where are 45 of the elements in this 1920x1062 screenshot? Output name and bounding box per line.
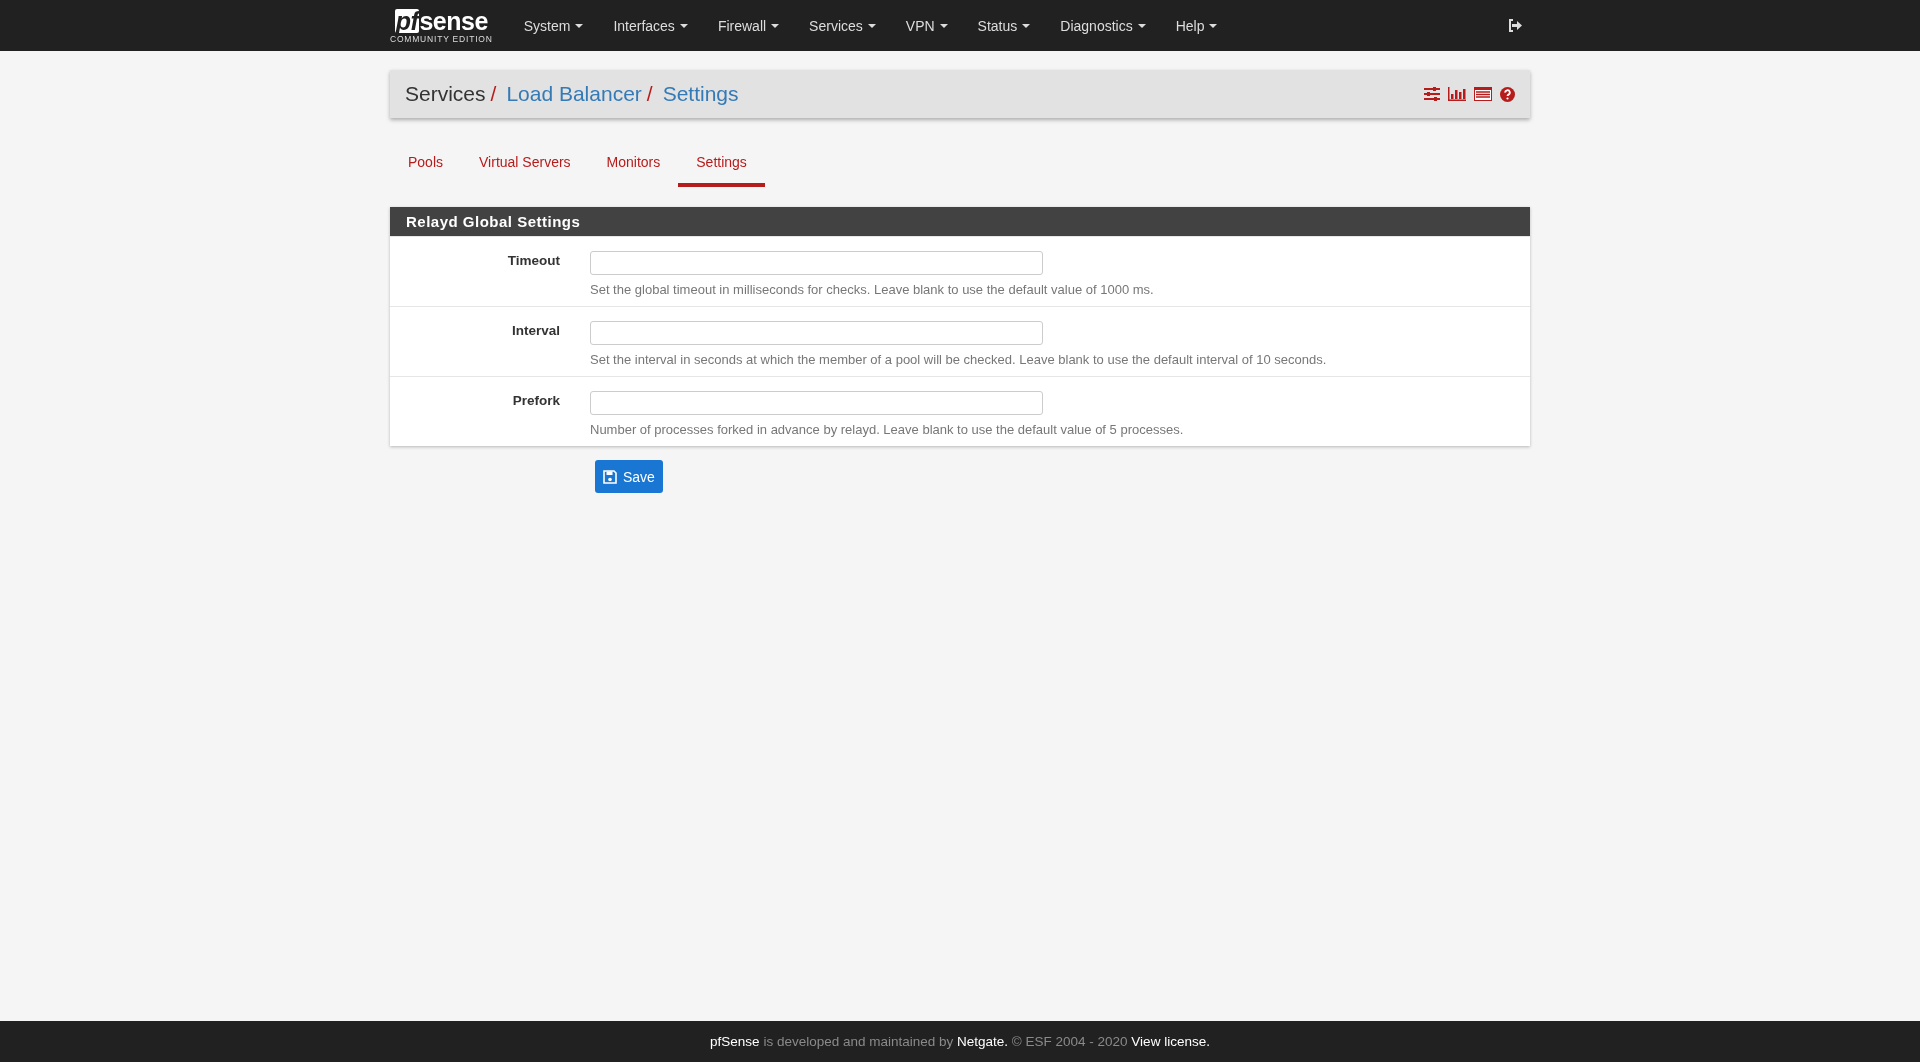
breadcrumb-separator: /: [490, 82, 497, 106]
nav-menu[interactable]: Firewall: [702, 17, 795, 34]
help-text: Set the interval in seconds at which the member of a pool will be checked. Leave blank to use the default interval of 10 seconds.: [590, 351, 1328, 369]
nav-menu[interactable]: Status: [962, 17, 1046, 34]
nav-menu[interactable]: VPN: [890, 17, 963, 34]
breadcrumb-separator: /: [646, 82, 653, 106]
footer-link[interactable]: View license.: [1131, 1034, 1210, 1049]
nav-menu[interactable]: Diagnostics: [1045, 17, 1161, 34]
table-icon[interactable]: [1474, 87, 1492, 101]
bar-chart-icon[interactable]: [1448, 87, 1466, 101]
breadcrumb-text: Services: [405, 82, 486, 106]
nav-menu[interactable]: Interfaces: [598, 17, 703, 34]
tab[interactable]: Settings: [678, 142, 765, 187]
tab[interactable]: Monitors: [588, 142, 679, 187]
breadcrumb-link[interactable]: Load Balancer: [506, 82, 642, 106]
logout-icon[interactable]: [1508, 19, 1522, 32]
nav-menu[interactable]: System: [508, 17, 599, 34]
footer-text: pfSense is developed and maintained by Netgate. © ESF 2004 - 2020 View license.: [710, 1034, 1210, 1049]
help-icon[interactable]: [1500, 86, 1515, 102]
caret-icon: [771, 23, 780, 28]
tab[interactable]: Virtual Servers: [461, 142, 589, 187]
caret-icon: [1137, 23, 1146, 28]
caret-icon: [1022, 23, 1031, 28]
caret-icon: [867, 23, 876, 28]
nav-menu[interactable]: Help: [1160, 17, 1233, 34]
caret-icon: [679, 23, 688, 28]
input-field[interactable]: [590, 321, 1043, 345]
save-button[interactable]: Save: [595, 460, 663, 493]
field-label: Interval: [511, 322, 560, 340]
nav-menu[interactable]: Services: [794, 17, 891, 34]
edition-label: COMMUNITY EDITION: [390, 34, 493, 44]
caret-icon: [939, 23, 948, 28]
caret-icon: [575, 23, 584, 28]
field-label: Timeout: [507, 252, 560, 270]
input-field[interactable]: [590, 251, 1043, 275]
caret-icon: [1209, 23, 1218, 28]
breadcrumb-link[interactable]: Settings: [662, 82, 739, 106]
help-text: Number of processes forked in advance by relayd. Leave blank to use the default value of 5 processes.: [590, 421, 1185, 439]
sliders-icon[interactable]: [1424, 87, 1440, 101]
footer-link[interactable]: Netgate.: [957, 1034, 1009, 1049]
tab[interactable]: Pools: [390, 142, 462, 187]
input-field[interactable]: [590, 391, 1043, 415]
field-label: Prefork: [512, 392, 560, 410]
panel-header: Relayd Global Settings: [390, 207, 1530, 236]
help-text: Set the global timeout in milliseconds for checks. Leave blank to use the default value of 1000 ms.: [590, 281, 1155, 299]
